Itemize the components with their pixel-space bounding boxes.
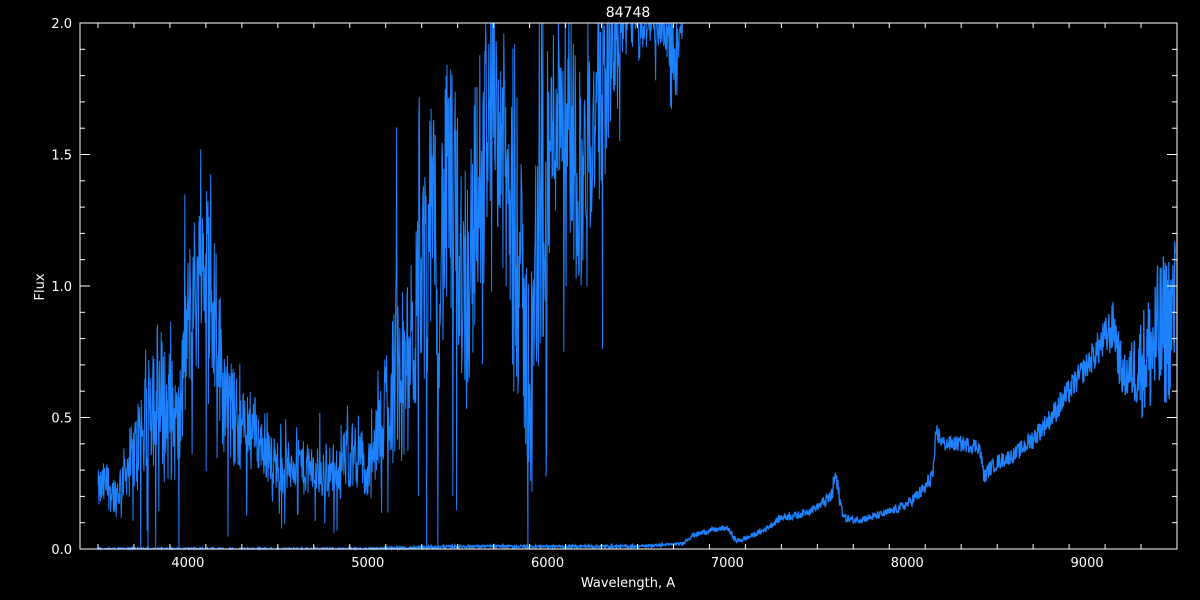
y-tick-label: 2.0 xyxy=(51,17,72,32)
x-tick-label: 6000 xyxy=(531,556,564,571)
x-tick-label: 7000 xyxy=(711,556,744,571)
x-tick-label: 5000 xyxy=(351,556,384,571)
y-tick-label: 1.0 xyxy=(51,280,72,295)
x-tick-label: 4000 xyxy=(171,556,204,571)
spectrum-chart: 4000 5000 6000 7000 8000 90000.00.51.01.52.0 … xyxy=(0,0,1200,600)
x-tick-label: 9000 xyxy=(1071,556,1104,571)
y-tick-label: 0.5 xyxy=(51,412,72,427)
x-tick-label: 8000 xyxy=(891,556,924,571)
y-tick-label: 0.0 xyxy=(51,543,72,558)
y-tick-label: 1.5 xyxy=(51,149,72,164)
y-axis-label: Flux xyxy=(33,273,48,300)
x-axis-label: Wavelength, A xyxy=(581,576,675,591)
chart-title: 84748 xyxy=(606,5,651,21)
